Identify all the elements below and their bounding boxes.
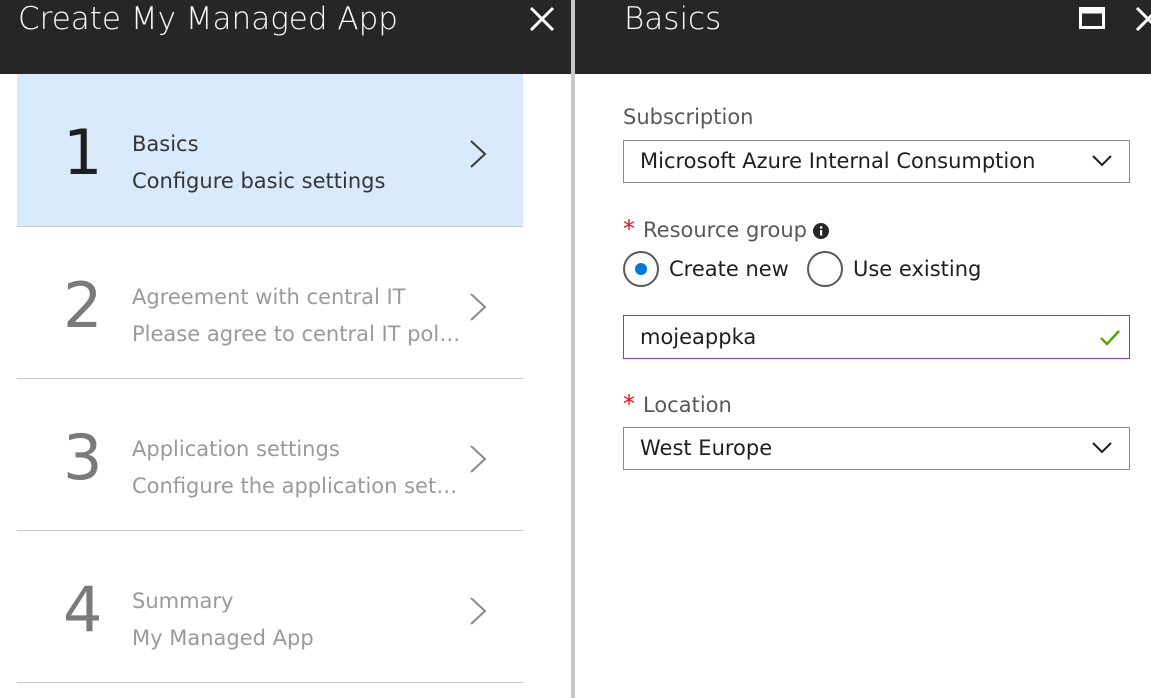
location-select[interactable]: West Europe: [623, 427, 1130, 470]
close-icon: [529, 6, 555, 32]
info-icon[interactable]: [812, 223, 829, 239]
basics-blade: Basics Subscription Microsoft Azure Inte…: [575, 0, 1151, 698]
close-icon: [1135, 6, 1151, 32]
location-label: * Location: [623, 390, 732, 418]
resource-group-label: * Resource group: [623, 215, 829, 243]
step-number: 3: [63, 421, 103, 494]
create-new-label: Create new: [669, 257, 789, 281]
required-marker: *: [623, 390, 635, 418]
wizard-steps: 1 Basics Configure basic settings 2 Agre…: [17, 74, 523, 683]
step-subtitle: My Managed App: [132, 626, 314, 650]
chevron-right-icon: [470, 445, 487, 473]
location-value: West Europe: [640, 436, 773, 460]
create-new-radio[interactable]: Create new: [623, 251, 793, 287]
step-title: Agreement with central IT: [132, 285, 406, 309]
location-label-text: Location: [643, 393, 732, 417]
chevron-right-icon: [470, 140, 487, 168]
create-managed-app-blade: Create My Managed App 1 Basics Configure…: [0, 0, 571, 698]
blade-title: Basics: [624, 1, 722, 37]
maximize-icon: [1079, 7, 1105, 29]
step-subtitle: Configure basic settings: [132, 169, 386, 193]
resource-group-name-field[interactable]: [623, 315, 1130, 359]
wizard-step-basics[interactable]: 1 Basics Configure basic settings: [17, 74, 523, 227]
chevron-right-icon: [470, 293, 487, 321]
step-number: 1: [63, 116, 103, 189]
blade-header: Create My Managed App: [0, 0, 571, 74]
wizard-step-agreement[interactable]: 2 Agreement with central IT Please agree…: [17, 227, 523, 379]
step-title: Application settings: [132, 437, 340, 461]
wizard-step-summary[interactable]: 4 Summary My Managed App: [17, 531, 523, 683]
blade-header: Basics: [575, 0, 1151, 74]
step-subtitle: Please agree to central IT policy: [132, 322, 462, 346]
checkmark-icon: [1100, 330, 1120, 346]
use-existing-label: Use existing: [853, 257, 982, 281]
required-marker: *: [623, 215, 635, 243]
chevron-down-icon: [1092, 155, 1112, 167]
step-subtitle: Configure the application setti...: [132, 474, 462, 498]
step-number: 4: [63, 573, 103, 646]
chevron-down-icon: [1092, 442, 1112, 454]
subscription-select[interactable]: Microsoft Azure Internal Consumption: [623, 140, 1130, 183]
step-title: Summary: [132, 589, 234, 613]
wizard-step-application-settings[interactable]: 3 Application settings Configure the app…: [17, 379, 523, 531]
close-button[interactable]: [1133, 4, 1151, 34]
radio-circle: [807, 251, 843, 287]
radio-selected-dot: [635, 263, 647, 275]
resource-group-label-text: Resource group: [643, 218, 807, 242]
maximize-button[interactable]: [1079, 7, 1105, 29]
subscription-label: Subscription: [623, 105, 754, 129]
subscription-value: Microsoft Azure Internal Consumption: [640, 149, 1036, 173]
use-existing-radio[interactable]: Use existing: [807, 251, 987, 287]
resource-group-name-input[interactable]: [640, 323, 1080, 351]
radio-circle: [623, 251, 659, 287]
close-button[interactable]: [527, 4, 557, 34]
blade-title: Create My Managed App: [18, 1, 398, 37]
chevron-right-icon: [470, 597, 487, 625]
step-number: 2: [63, 269, 103, 342]
step-title: Basics: [132, 132, 199, 156]
